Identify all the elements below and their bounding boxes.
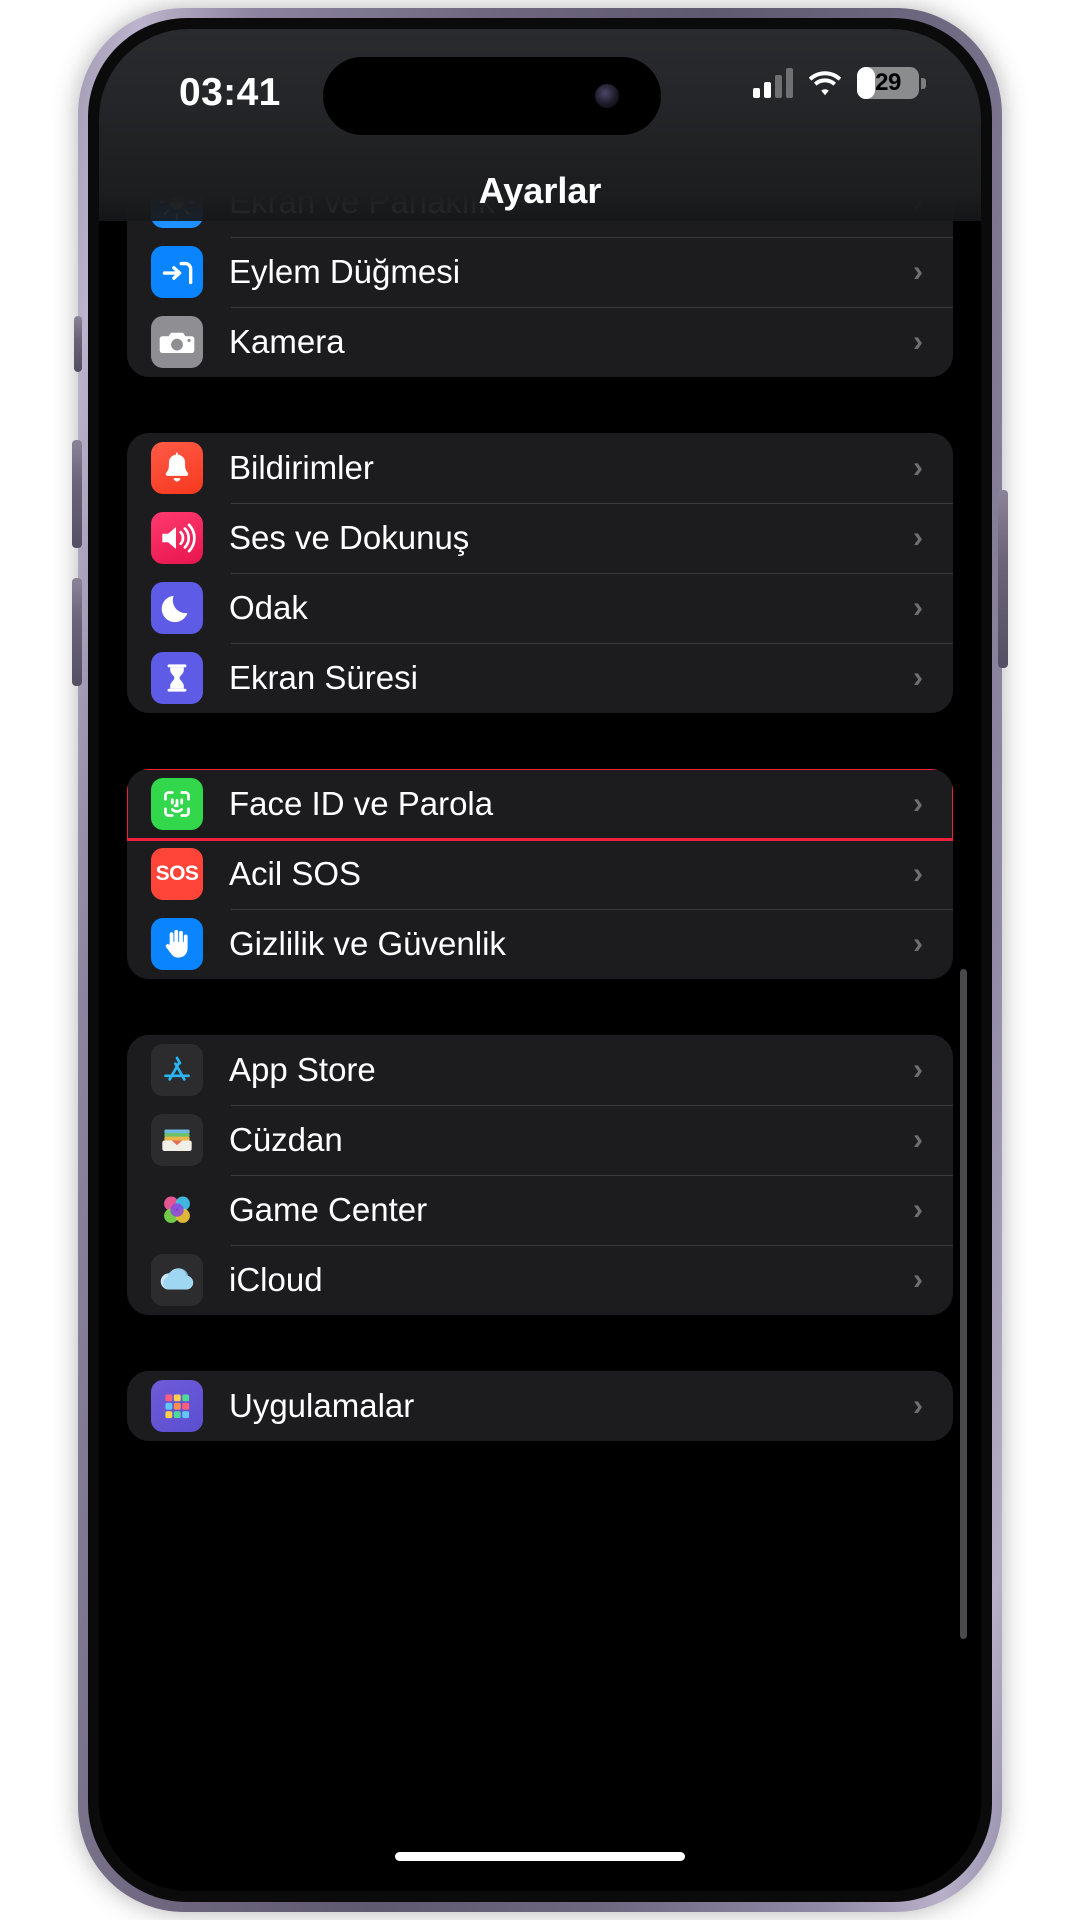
settings-row[interactable]: Eylem Düğmesi › bbox=[127, 237, 953, 307]
chevron-right-icon: › bbox=[913, 325, 923, 358]
wifi-icon bbox=[808, 71, 842, 96]
chevron-right-icon: › bbox=[913, 1123, 923, 1156]
settings-row-label: Ekran Süresi bbox=[229, 659, 418, 696]
page-title: Ayarlar bbox=[478, 170, 602, 211]
battery-percent: 29 bbox=[875, 69, 901, 96]
home-indicator[interactable] bbox=[395, 1852, 685, 1861]
settings-row[interactable]: App Store › bbox=[127, 1035, 953, 1105]
scrollbar[interactable] bbox=[960, 969, 967, 1639]
chevron-right-icon: › bbox=[913, 255, 923, 288]
face-id-icon bbox=[151, 778, 203, 830]
settings-group-security-group: Face ID ve Parola › SOS Acil SOS › Gizlilik … bbox=[127, 769, 953, 979]
chevron-right-icon: › bbox=[913, 787, 923, 820]
settings-row[interactable]: Kamera › bbox=[127, 307, 953, 377]
settings-row-label: Face ID ve Parola bbox=[229, 785, 494, 822]
status-bar: 03:41 29 bbox=[99, 29, 981, 161]
screenshot-canvas: Ekran ve Parlaklık› Eylem Düğmesi› Kamer… bbox=[0, 0, 1080, 1920]
camera-icon bbox=[151, 316, 203, 368]
speaker-icon bbox=[151, 512, 203, 564]
battery-icon: 29 bbox=[857, 67, 926, 99]
settings-row[interactable]: Odak › bbox=[127, 573, 953, 643]
wallet-icon bbox=[151, 1114, 203, 1166]
volume-up-button[interactable] bbox=[72, 440, 82, 548]
chevron-right-icon: › bbox=[913, 927, 923, 960]
settings-row-label: Kamera bbox=[229, 323, 345, 360]
power-button[interactable] bbox=[998, 490, 1008, 668]
settings-row-label: Eylem Düğmesi bbox=[229, 253, 461, 290]
settings-row-label: Game Center bbox=[229, 1191, 428, 1228]
settings-row[interactable]: SOS Acil SOS › bbox=[127, 839, 953, 909]
settings-row[interactable]: Uygulamalar › bbox=[127, 1371, 953, 1441]
icloud-icon bbox=[151, 1254, 203, 1306]
settings-row-label: Acil SOS bbox=[229, 855, 362, 892]
settings-row-label: Ses ve Dokunuş bbox=[229, 519, 470, 556]
cellular-signal-icon bbox=[753, 68, 793, 98]
status-time: 03:41 bbox=[179, 71, 281, 114]
settings-row[interactable]: Ses ve Dokunuş › bbox=[127, 503, 953, 573]
chevron-right-icon: › bbox=[913, 591, 923, 624]
volume-down-button[interactable] bbox=[72, 578, 82, 686]
settings-group-apps-group: Uygulamalar › bbox=[127, 1371, 953, 1441]
game-center-icon bbox=[151, 1184, 203, 1236]
status-indicators: 29 bbox=[753, 67, 926, 99]
mute-switch[interactable] bbox=[74, 316, 82, 372]
apps-grid-icon bbox=[151, 1380, 203, 1432]
settings-list[interactable]: Ekran ve Parlaklık› Eylem Düğmesi› Kamer… bbox=[99, 29, 981, 1891]
sos-icon: SOS bbox=[151, 848, 203, 900]
chevron-right-icon: › bbox=[913, 857, 923, 890]
settings-row-label: Gizlilik ve Güvenlik bbox=[229, 925, 506, 962]
chevron-right-icon: › bbox=[913, 521, 923, 554]
settings-row[interactable]: Gizlilik ve Güvenlik › bbox=[127, 909, 953, 979]
settings-row[interactable]: Cüzdan › bbox=[127, 1105, 953, 1175]
settings-group-services-group: App Store › Cüzdan › Game Center › iCloud › bbox=[127, 1035, 953, 1315]
settings-row-label: Uygulamalar bbox=[229, 1387, 415, 1424]
chevron-right-icon: › bbox=[913, 1389, 923, 1422]
chevron-right-icon: › bbox=[913, 451, 923, 484]
chevron-right-icon: › bbox=[913, 661, 923, 694]
settings-row-label: App Store bbox=[229, 1051, 376, 1088]
settings-row-label: iCloud bbox=[229, 1261, 323, 1298]
settings-row-label: Cüzdan bbox=[229, 1121, 343, 1158]
moon-icon bbox=[151, 582, 203, 634]
settings-row[interactable]: Bildirimler › bbox=[127, 433, 953, 503]
phone-screen: Ekran ve Parlaklık› Eylem Düğmesi› Kamer… bbox=[99, 29, 981, 1891]
hourglass-icon bbox=[151, 652, 203, 704]
chevron-right-icon: › bbox=[913, 1053, 923, 1086]
settings-row[interactable]: Ekran Süresi › bbox=[127, 643, 953, 713]
chevron-right-icon: › bbox=[913, 1263, 923, 1296]
navigation-bar: Ayarlar bbox=[99, 161, 981, 221]
settings-row-label: Bildirimler bbox=[229, 449, 374, 486]
settings-row-label: Odak bbox=[229, 589, 308, 626]
app-store-icon bbox=[151, 1044, 203, 1096]
settings-row[interactable]: Face ID ve Parola › bbox=[127, 769, 953, 841]
settings-row[interactable]: Game Center › bbox=[127, 1175, 953, 1245]
hand-raised-icon bbox=[151, 918, 203, 970]
settings-group-alerts-group: Bildirimler › Ses ve Dokunuş › Odak › Ekran… bbox=[127, 433, 953, 713]
bell-icon bbox=[151, 442, 203, 494]
settings-row[interactable]: iCloud › bbox=[127, 1245, 953, 1315]
action-button-icon bbox=[151, 246, 203, 298]
chevron-right-icon: › bbox=[913, 1193, 923, 1226]
front-camera-icon bbox=[595, 84, 619, 108]
